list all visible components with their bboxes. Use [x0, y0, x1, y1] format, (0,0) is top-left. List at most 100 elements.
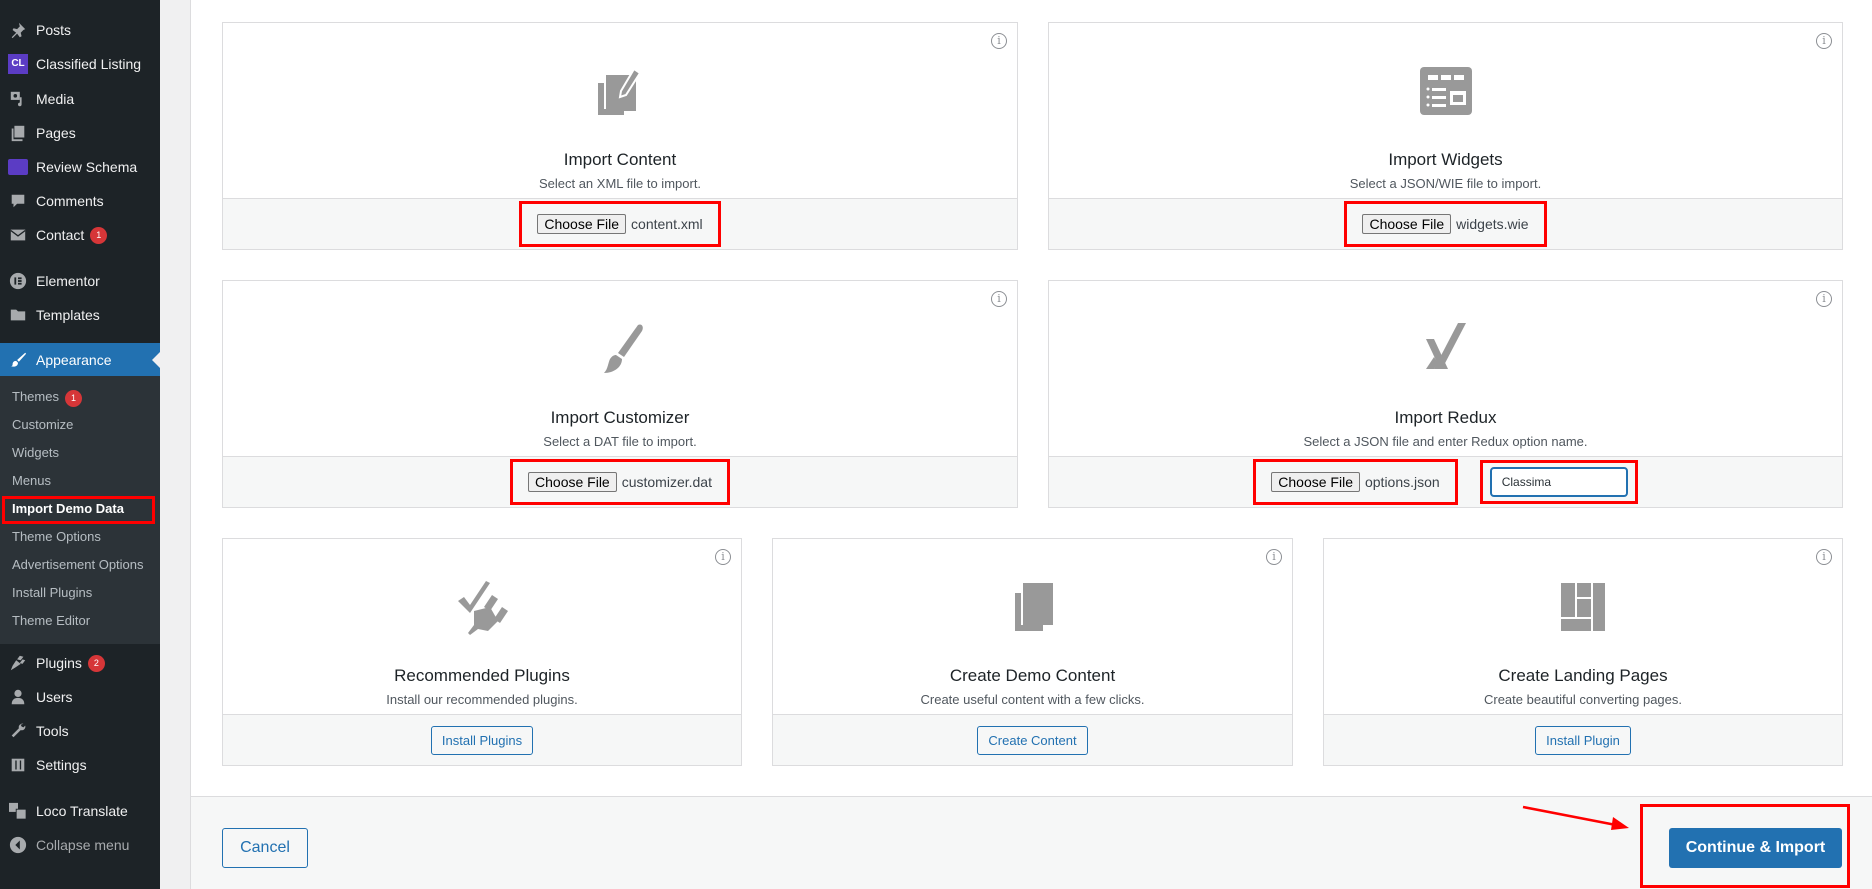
- info-icon[interactable]: i: [991, 33, 1007, 49]
- card-description: Create beautiful converting pages.: [1483, 692, 1682, 707]
- submenu-item-widgets[interactable]: Widgets: [12, 442, 59, 464]
- submenu-item-theme-options[interactable]: Theme Options: [12, 526, 101, 548]
- sidebar-item-comments[interactable]: Comments: [0, 184, 160, 218]
- sidebar-item-appearance[interactable]: Appearance: [0, 343, 160, 377]
- submenu-item-import-demo-data[interactable]: Import Demo Data: [12, 498, 124, 520]
- redux-file-input[interactable]: Choose File options.json: [1265, 468, 1445, 496]
- sidebar-item-media[interactable]: Media: [0, 82, 160, 116]
- folder-icon: [0, 306, 36, 324]
- card-description: Select an XML file to import.: [538, 176, 702, 191]
- appearance-submenu: Themes 1 Customize Widgets Menus Import D…: [0, 376, 160, 644]
- card-title: Import Customizer: [550, 408, 690, 427]
- card-description: Select a DAT file to import.: [543, 434, 697, 449]
- highlight-box-content-file: Choose File content.xml: [519, 201, 721, 247]
- settings-icon: [0, 756, 36, 774]
- active-menu-arrow: [152, 352, 160, 368]
- info-icon[interactable]: i: [991, 291, 1007, 307]
- customizer-file-input[interactable]: Choose File customizer.dat: [522, 468, 718, 496]
- collapse-icon: [0, 836, 36, 854]
- widgets-file-input[interactable]: Choose File widgets.wie: [1356, 210, 1534, 238]
- submenu-item-customize[interactable]: Customize: [12, 414, 73, 436]
- card-title: Create Landing Pages: [1498, 666, 1668, 685]
- redux-icon: [1425, 323, 1466, 369]
- sidebar-item-posts[interactable]: Posts: [0, 13, 160, 47]
- card-title: Import Redux: [1394, 408, 1497, 427]
- action-footer: Cancel Continue & Import: [190, 796, 1872, 889]
- card-footer: Choose File customizer.dat: [223, 456, 1017, 507]
- mail-icon: [0, 226, 36, 244]
- sidebar-item-classified-listing[interactable]: CL Classified Listing: [0, 47, 160, 81]
- sidebar-item-pages[interactable]: Pages: [0, 116, 160, 150]
- submenu-item-menus[interactable]: Menus: [12, 470, 51, 492]
- copy-icon: [1014, 583, 1053, 631]
- brush-icon: [604, 324, 643, 373]
- card-title: Create Demo Content: [949, 666, 1116, 685]
- choose-file-button[interactable]: Choose File: [1362, 214, 1452, 234]
- plugin-check-icon: [458, 581, 508, 635]
- submenu-item-theme-editor[interactable]: Theme Editor: [12, 610, 90, 632]
- install-plugin-button[interactable]: Install Plugin: [1535, 725, 1631, 755]
- collapse-menu-button[interactable]: Collapse menu: [0, 828, 160, 862]
- info-icon[interactable]: i: [1816, 33, 1832, 49]
- cancel-button[interactable]: Cancel: [222, 828, 308, 868]
- card-footer: Choose File content.xml: [223, 198, 1017, 249]
- card-description: Select a JSON file and enter Redux optio…: [1303, 434, 1588, 449]
- sidebar-item-elementor[interactable]: Elementor: [0, 264, 160, 298]
- info-icon[interactable]: i: [715, 549, 731, 565]
- plugin-icon: [0, 654, 36, 672]
- sidebar-item-users[interactable]: Users: [0, 680, 160, 714]
- widgets-icon: [1419, 67, 1472, 115]
- highlight-box-redux-file: Choose File options.json: [1253, 459, 1458, 505]
- card-description: Select a JSON/WIE file to import.: [1349, 176, 1542, 191]
- sidebar-item-plugins[interactable]: Plugins 2: [0, 646, 160, 680]
- contact-count-badge: 1: [90, 226, 108, 244]
- wrench-icon: [0, 722, 36, 740]
- info-icon[interactable]: i: [1816, 549, 1832, 565]
- submenu-item-themes[interactable]: Themes 1: [12, 386, 82, 408]
- cl-logo-icon: CL: [0, 54, 36, 74]
- create-content-button[interactable]: Create Content: [977, 725, 1088, 755]
- admin-sidebar: Posts CL Classified Listing Media Pages …: [0, 0, 160, 889]
- info-icon[interactable]: i: [1816, 291, 1832, 307]
- card-footer: Create Content: [773, 714, 1292, 765]
- submenu-item-install-plugins[interactable]: Install Plugins: [12, 582, 92, 604]
- highlight-box-customizer-file: Choose File customizer.dat: [510, 459, 730, 505]
- install-plugins-button[interactable]: Install Plugins: [430, 725, 534, 755]
- card-import-customizer: i Import Customizer Select a DAT file to…: [222, 280, 1018, 508]
- sidebar-item-contact[interactable]: Contact 1: [0, 218, 160, 252]
- card-title: Import Widgets: [1388, 150, 1503, 169]
- highlight-box-widgets-file: Choose File widgets.wie: [1344, 201, 1547, 247]
- choose-file-button[interactable]: Choose File: [537, 214, 627, 234]
- sidebar-item-templates[interactable]: Templates: [0, 298, 160, 332]
- card-create-demo-content: i Create Demo Content Create useful cont…: [772, 538, 1293, 766]
- card-create-landing-pages: i Create Landing Pages Create beautiful …: [1323, 538, 1843, 766]
- choose-file-button[interactable]: Choose File: [1271, 472, 1360, 492]
- card-import-content: i Import Content Select an XML file to i…: [222, 22, 1018, 250]
- annotation-arrow: [1522, 805, 1629, 830]
- selected-file-name: widgets.wie: [1456, 216, 1529, 232]
- layout-icon: [1561, 583, 1605, 631]
- content-file-input[interactable]: Choose File content.xml: [531, 210, 708, 238]
- review-schema-icon: [0, 159, 36, 175]
- continue-import-button[interactable]: Continue & Import: [1669, 828, 1842, 868]
- sidebar-item-loco-translate[interactable]: Loco Translate: [0, 794, 160, 828]
- submenu-item-advertisement-options[interactable]: Advertisement Options: [12, 554, 144, 576]
- choose-file-button[interactable]: Choose File: [528, 472, 617, 492]
- redux-option-name-input[interactable]: [1489, 467, 1628, 497]
- card-title: Recommended Plugins: [394, 666, 570, 685]
- card-footer: Choose File widgets.wie: [1049, 198, 1842, 249]
- sidebar-item-tools[interactable]: Tools: [0, 714, 160, 748]
- card-recommended-plugins: i Recommended Plugins Install our recomm…: [222, 538, 742, 766]
- import-panel: i Import Content Select an XML file to i…: [190, 0, 1872, 796]
- selected-file-name: content.xml: [631, 216, 703, 232]
- sidebar-item-review-schema[interactable]: Review Schema: [0, 150, 160, 184]
- plugins-count-badge: 2: [87, 654, 105, 672]
- info-icon[interactable]: i: [1266, 549, 1282, 565]
- selected-file-name: customizer.dat: [621, 474, 712, 490]
- content-gutter: [160, 0, 190, 889]
- card-import-redux: i Import Redux Select a JSON file and en…: [1048, 280, 1843, 508]
- translate-icon: [0, 802, 36, 820]
- sidebar-item-settings[interactable]: Settings: [0, 748, 160, 782]
- pages-icon: [0, 124, 36, 142]
- user-icon: [0, 688, 36, 706]
